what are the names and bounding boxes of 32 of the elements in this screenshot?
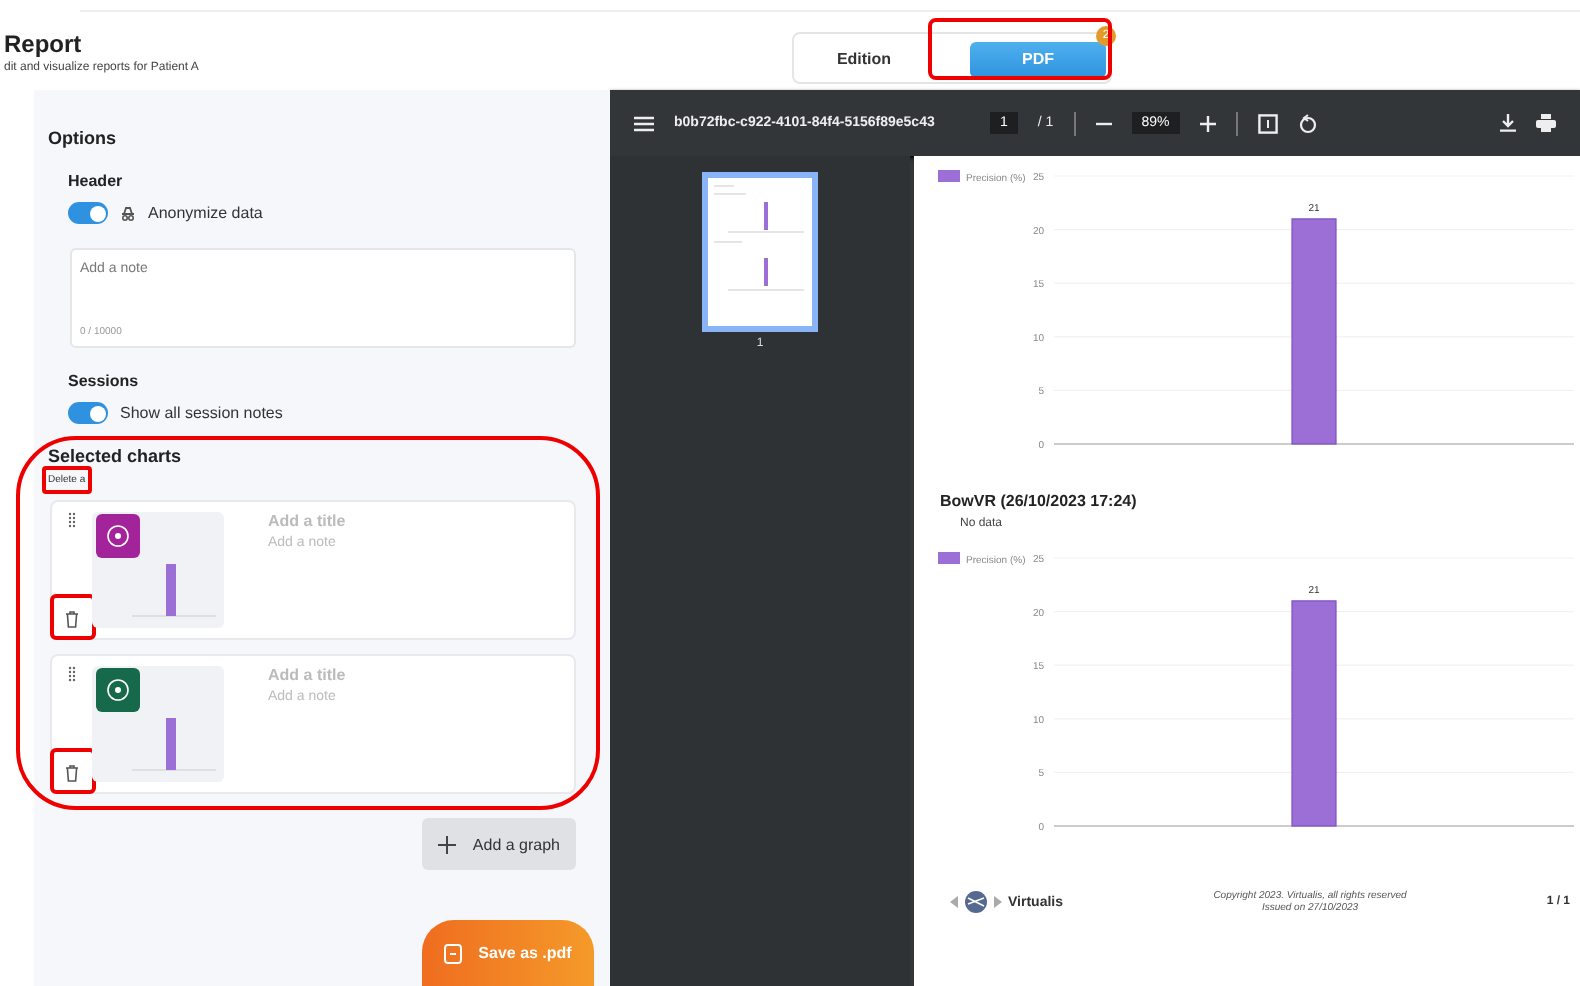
session-title: BowVR (26/10/2023 17:24) — [940, 492, 1139, 510]
title-field[interactable]: Add a title — [268, 666, 346, 684]
download-icon[interactable] — [1500, 114, 1516, 132]
toggle-label: Anonymize data — [148, 204, 263, 222]
add-graph-button[interactable]: Add a graph — [422, 818, 576, 870]
plus-icon — [438, 835, 457, 853]
incognito-icon — [120, 205, 136, 221]
legend-swatch — [938, 170, 960, 182]
print-icon[interactable] — [1536, 114, 1556, 132]
zoom-in-icon[interactable] — [1199, 115, 1216, 131]
rotate-icon[interactable] — [1297, 113, 1318, 133]
toggle-label: Show all session notes — [120, 404, 283, 422]
section-title: Options — [48, 128, 118, 148]
drag-handle-icon[interactable] — [68, 666, 76, 682]
logo-icon — [950, 890, 1002, 914]
section-title: Header — [68, 172, 125, 190]
title-field[interactable]: Add a title — [268, 512, 346, 530]
page-thumbnail[interactable] — [702, 172, 818, 332]
save-pdf-button[interactable]: Save as .pdf — [422, 920, 594, 986]
section-title: Sessions — [68, 372, 141, 390]
trash-icon[interactable] — [64, 610, 80, 628]
file-icon — [444, 943, 463, 963]
trash-icon[interactable] — [64, 764, 80, 782]
toggle-switch[interactable] — [68, 402, 108, 424]
page-title: Report — [4, 30, 84, 58]
legend-swatch — [938, 552, 960, 564]
fit-page-icon[interactable] — [1257, 113, 1278, 133]
tab[interactable]: PDF — [970, 41, 1106, 77]
toggle-switch[interactable] — [68, 202, 108, 224]
section-title: Selected charts — [48, 446, 182, 466]
drag-handle-icon[interactable] — [68, 512, 76, 528]
menu-icon[interactable] — [634, 115, 654, 131]
